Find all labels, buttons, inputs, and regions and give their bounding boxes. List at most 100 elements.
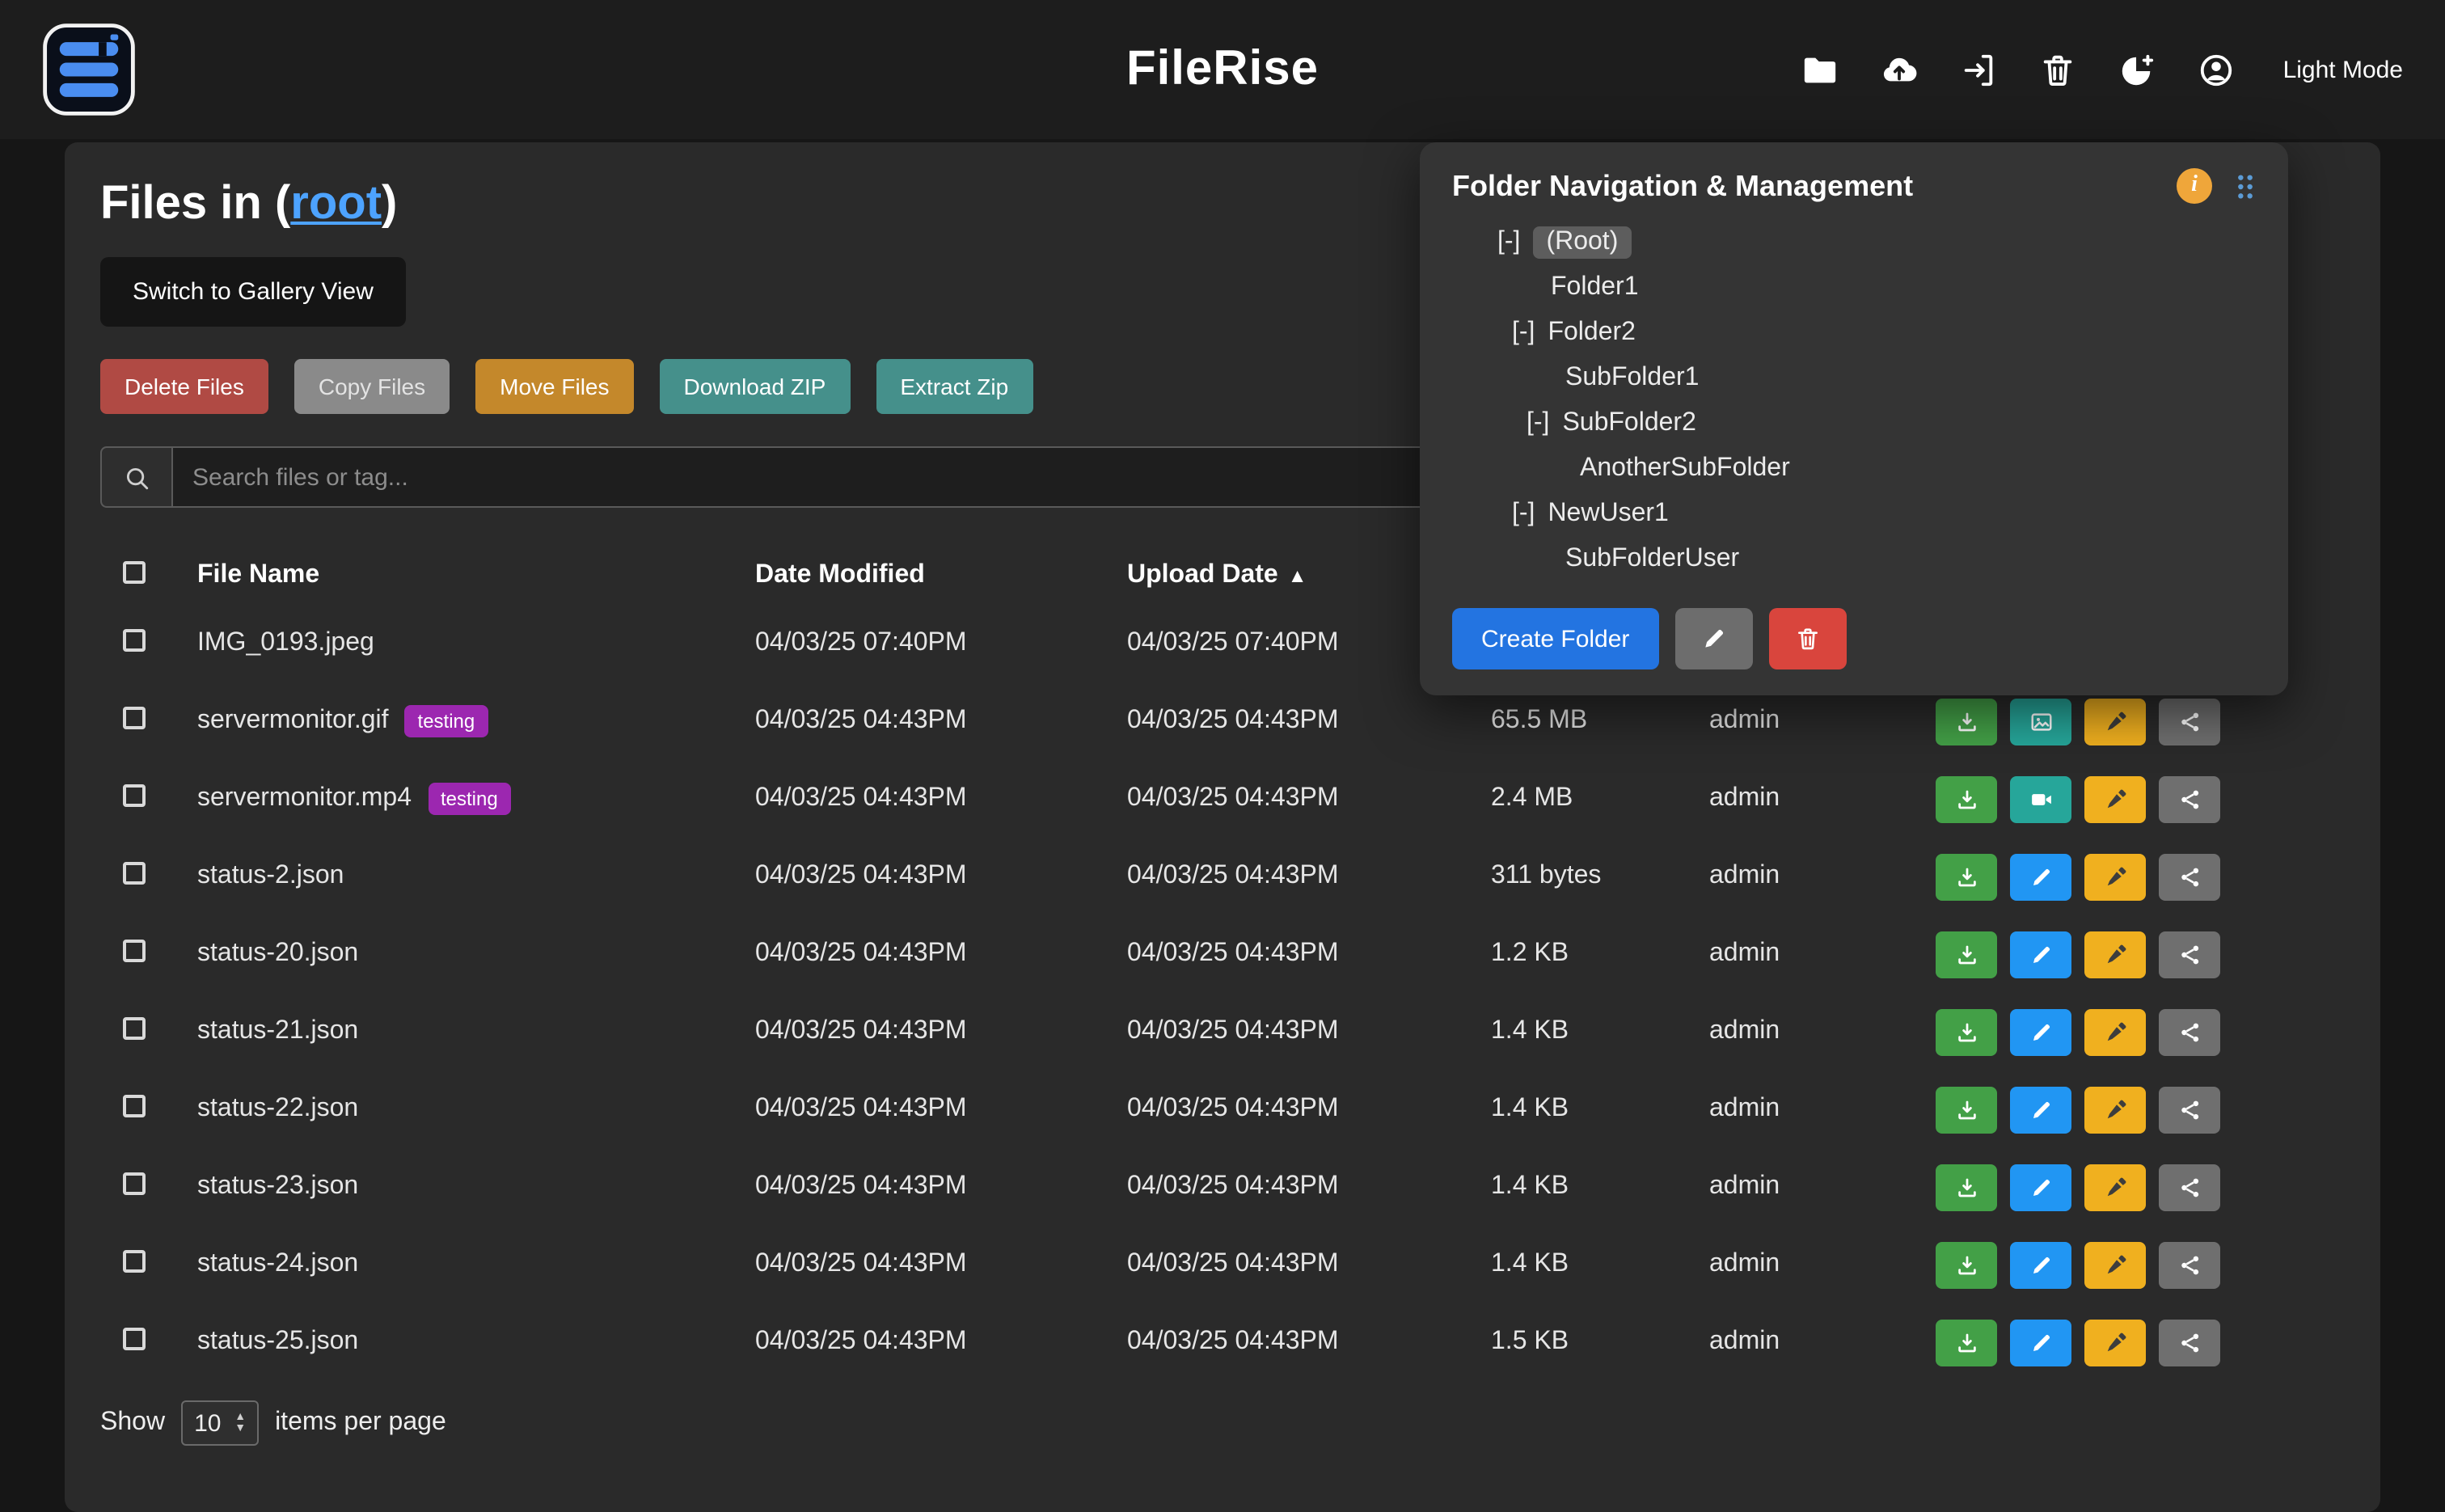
file-tag-badge: testing: [405, 705, 488, 737]
download-button[interactable]: [1936, 853, 1997, 900]
move-files-button[interactable]: Move Files: [475, 359, 633, 414]
sort-asc-icon: ▲: [1288, 564, 1307, 587]
row-checkbox-cell: [100, 1094, 178, 1125]
sign-out-icon[interactable]: [1960, 51, 1997, 88]
row-checkbox[interactable]: [123, 1327, 146, 1349]
tree-item-anothersubfolder[interactable]: AnotherSubFolder: [1452, 446, 2256, 492]
tree-item-subfolderuser[interactable]: SubFolderUser: [1452, 537, 2256, 582]
info-icon[interactable]: i: [2177, 168, 2212, 204]
date-modified-cell: 04/03/25 04:43PM: [736, 784, 1108, 813]
row-checkbox[interactable]: [123, 628, 146, 651]
row-checkbox[interactable]: [123, 783, 146, 806]
tree-folder-label[interactable]: SubFolderUser: [1565, 545, 1739, 574]
header-file-name[interactable]: File Name: [178, 561, 736, 590]
tree-item-folder1[interactable]: Folder1: [1452, 265, 2256, 310]
tree-folder-label[interactable]: Folder2: [1548, 319, 1636, 348]
share-button[interactable]: [2159, 1319, 2220, 1366]
tree-folder-label[interactable]: (Root): [1533, 226, 1631, 259]
share-button[interactable]: [2159, 1241, 2220, 1288]
light-mode-toggle[interactable]: Light Mode: [2283, 56, 2403, 83]
rename-folder-button[interactable]: [1674, 608, 1752, 669]
share-button[interactable]: [2159, 853, 2220, 900]
rename-button[interactable]: [2084, 775, 2146, 822]
tree-collapse-toggle[interactable]: [-]: [1512, 319, 1535, 348]
tree-folder-label[interactable]: NewUser1: [1548, 500, 1668, 529]
share-button[interactable]: [2159, 1086, 2220, 1133]
page-size-select[interactable]: 10 ▲▼: [181, 1400, 259, 1446]
row-checkbox[interactable]: [123, 706, 146, 729]
share-button[interactable]: [2159, 1008, 2220, 1055]
rename-button[interactable]: [2084, 1164, 2146, 1210]
preview-button[interactable]: [2010, 698, 2071, 745]
header-date-modified[interactable]: Date Modified: [736, 561, 1108, 590]
tree-folder-label[interactable]: SubFolder2: [1562, 409, 1695, 438]
edit-button[interactable]: [2010, 1319, 2071, 1366]
copy-files-button[interactable]: Copy Files: [294, 359, 450, 414]
rename-button[interactable]: [2084, 1086, 2146, 1133]
tree-folder-label[interactable]: Folder1: [1551, 273, 1639, 302]
row-checkbox[interactable]: [123, 1172, 146, 1194]
tree-collapse-toggle[interactable]: [-]: [1512, 500, 1535, 529]
edit-button[interactable]: [2010, 931, 2071, 978]
edit-button[interactable]: [2010, 1164, 2071, 1210]
row-checkbox[interactable]: [123, 939, 146, 961]
tree-item-folder2[interactable]: [-] Folder2: [1452, 310, 2256, 356]
file-table-body: IMG_0193.jpeg04/03/25 07:40PM04/03/25 07…: [100, 605, 2345, 1381]
download-button[interactable]: [1936, 1241, 1997, 1288]
row-checkbox[interactable]: [123, 1016, 146, 1039]
download-button[interactable]: [1936, 698, 1997, 745]
download-button[interactable]: [1936, 1086, 1997, 1133]
date-modified-cell: 04/03/25 04:43PM: [736, 1172, 1108, 1202]
gallery-view-button[interactable]: Switch to Gallery View: [100, 257, 406, 327]
tree-item-subfolder2[interactable]: [-] SubFolder2: [1452, 401, 2256, 446]
rename-button[interactable]: [2084, 1319, 2146, 1366]
edit-button[interactable]: [2010, 1241, 2071, 1288]
edit-button[interactable]: [2010, 1008, 2071, 1055]
select-all-checkbox[interactable]: [123, 560, 146, 583]
preview-button[interactable]: [2010, 775, 2071, 822]
tree-item-newuser1[interactable]: [-] NewUser1: [1452, 492, 2256, 537]
user-circle-icon[interactable]: [2198, 51, 2235, 88]
search-input[interactable]: [171, 446, 1491, 508]
edit-button[interactable]: [2010, 1086, 2071, 1133]
row-checkbox[interactable]: [123, 1094, 146, 1117]
download-zip-button[interactable]: Download ZIP: [660, 359, 851, 414]
download-button[interactable]: [1936, 931, 1997, 978]
upload-date-cell: 04/03/25 04:43PM: [1108, 1328, 1472, 1357]
trash-icon[interactable]: [2039, 51, 2076, 88]
delete-folder-button[interactable]: [1768, 608, 1846, 669]
extract-zip-button[interactable]: Extract Zip: [876, 359, 1032, 414]
download-button[interactable]: [1936, 775, 1997, 822]
header-upload-date[interactable]: Upload Date ▲: [1108, 561, 1472, 590]
edit-button[interactable]: [2010, 853, 2071, 900]
download-button[interactable]: [1936, 1008, 1997, 1055]
row-checkbox[interactable]: [123, 861, 146, 884]
tree-item-subfolder1[interactable]: SubFolder1: [1452, 356, 2256, 401]
row-checkbox[interactable]: [123, 1249, 146, 1272]
rename-button[interactable]: [2084, 1241, 2146, 1288]
delete-files-button[interactable]: Delete Files: [100, 359, 268, 414]
upload-icon[interactable]: [1881, 51, 1918, 88]
share-button[interactable]: [2159, 931, 2220, 978]
rename-button[interactable]: [2084, 931, 2146, 978]
tree-collapse-toggle[interactable]: [-]: [1527, 409, 1549, 438]
tree-item-root[interactable]: [-] (Root): [1452, 220, 2256, 265]
pie-plus-icon[interactable]: [2118, 51, 2156, 88]
rename-button[interactable]: [2084, 698, 2146, 745]
root-folder-link[interactable]: root: [290, 178, 382, 230]
header-upload-date-label: Upload Date: [1127, 561, 1278, 589]
create-folder-button[interactable]: Create Folder: [1452, 608, 1658, 669]
rename-button[interactable]: [2084, 1008, 2146, 1055]
drag-handle-icon[interactable]: [2235, 172, 2256, 200]
folder-icon[interactable]: [1801, 51, 1839, 88]
tree-folder-label[interactable]: SubFolder1: [1565, 364, 1699, 393]
share-button[interactable]: [2159, 775, 2220, 822]
download-button[interactable]: [1936, 1319, 1997, 1366]
file-size-cell: 1.2 KB: [1472, 940, 1690, 969]
share-button[interactable]: [2159, 698, 2220, 745]
download-button[interactable]: [1936, 1164, 1997, 1210]
tree-collapse-toggle[interactable]: [-]: [1497, 228, 1520, 257]
tree-folder-label[interactable]: AnotherSubFolder: [1580, 454, 1790, 484]
rename-button[interactable]: [2084, 853, 2146, 900]
share-button[interactable]: [2159, 1164, 2220, 1210]
